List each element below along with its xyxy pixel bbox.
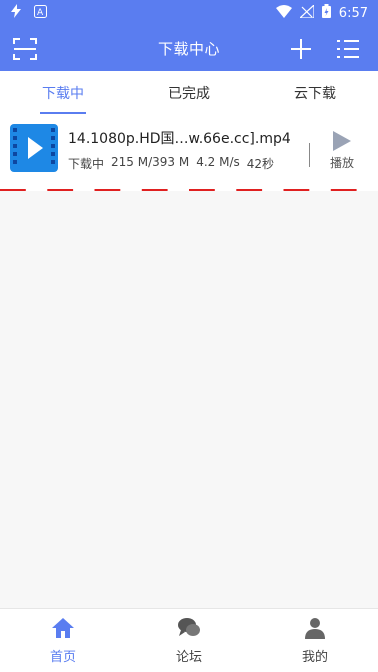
download-list: 14.1080p.HD国…w.66e.cc].mp4 下载中 215 M/393…: [0, 114, 378, 608]
nav-profile-label: 我的: [301, 649, 328, 665]
tab-cloud-download[interactable]: 云下载: [252, 71, 378, 114]
nav-forum[interactable]: 论坛: [126, 609, 252, 672]
tab-completed[interactable]: 已完成: [126, 71, 252, 114]
list-menu-icon[interactable]: [334, 36, 362, 62]
signal-icon: [298, 3, 315, 22]
wifi-icon: [275, 4, 292, 22]
play-button[interactable]: 播放: [324, 130, 360, 176]
download-speed: 4.2 M/s: [196, 155, 240, 169]
tab-bar: 下载中 已完成 云下载: [0, 71, 378, 114]
nav-profile[interactable]: 我的: [252, 609, 378, 672]
app-bar: 下载中心: [0, 26, 378, 71]
download-meta: 下载中 215 M/393 M 4.2 M/s 42秒: [68, 155, 300, 172]
progress-segment: [94, 189, 121, 191]
add-icon[interactable]: [288, 36, 314, 62]
scan-icon[interactable]: [12, 36, 38, 62]
video-file-icon: [10, 124, 58, 172]
progress-segment: [141, 189, 168, 191]
progress-bar: [0, 189, 357, 191]
home-icon: [51, 617, 75, 643]
status-bar: A 6:57: [0, 0, 378, 26]
play-icon: [332, 130, 352, 152]
tab-downloading[interactable]: 下载中: [0, 71, 126, 114]
nav-home[interactable]: 首页: [0, 609, 126, 672]
file-name: 14.1080p.HD国…w.66e.cc].mp4: [68, 131, 291, 147]
page-title: 下载中心: [157, 40, 220, 58]
download-progress-text: 215 M/393 M: [111, 155, 190, 169]
divider: [309, 143, 310, 167]
battery-icon: [321, 4, 331, 22]
bottom-nav: 首页 论坛 我的: [0, 608, 378, 672]
flash-icon: [10, 4, 22, 22]
profile-icon: [303, 617, 327, 643]
download-status: 下载中: [68, 157, 105, 171]
play-label: 播放: [329, 156, 354, 170]
nav-home-label: 首页: [49, 649, 76, 665]
progress-segment: [283, 189, 310, 191]
clock-time: 6:57: [338, 5, 368, 21]
progress-segment: [236, 189, 263, 191]
svg-text:A: A: [37, 8, 44, 18]
progress-segment: [189, 189, 215, 191]
progress-segment: [330, 189, 357, 191]
nav-forum-label: 论坛: [175, 649, 202, 665]
download-time-left: 42秒: [246, 157, 275, 171]
progress-segment: [47, 189, 74, 191]
forum-icon: [177, 617, 201, 643]
progress-segment: [0, 189, 26, 191]
download-item[interactable]: 14.1080p.HD国…w.66e.cc].mp4 下载中 215 M/393…: [0, 114, 378, 191]
a-icon: A: [34, 4, 47, 22]
